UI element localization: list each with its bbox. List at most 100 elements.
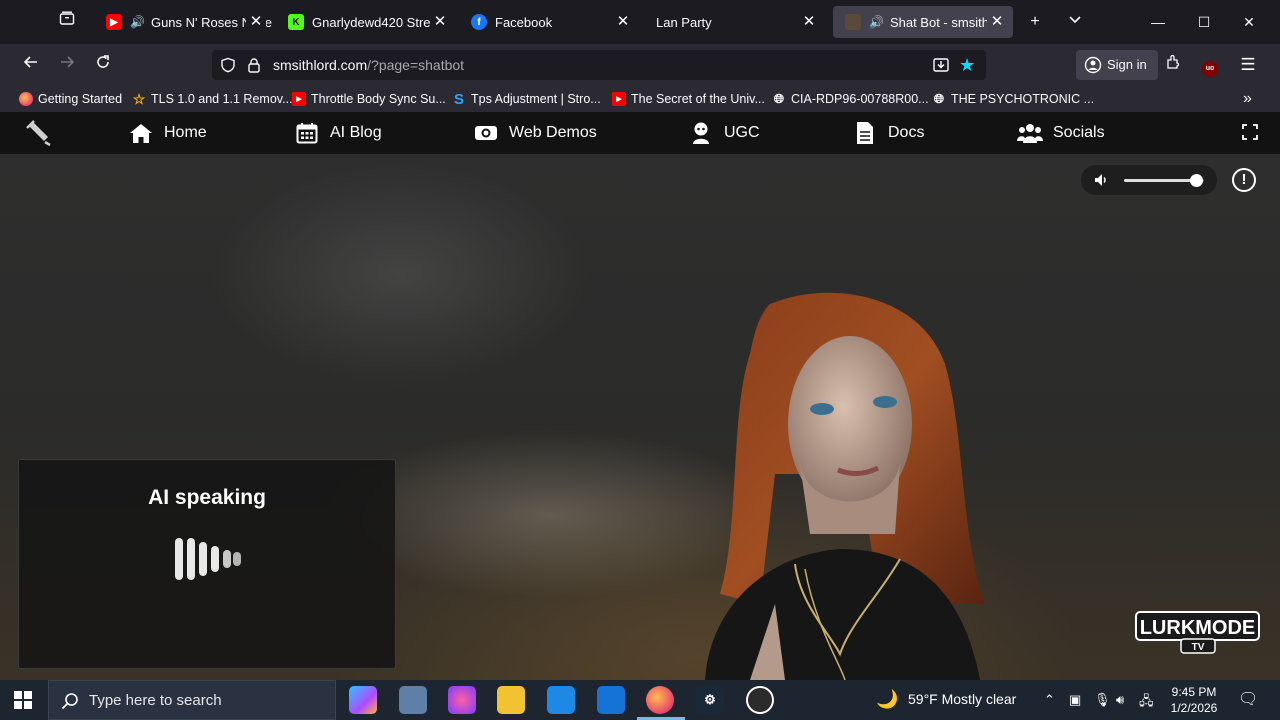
tab-guns-n-roses[interactable]: ▶ 🔊 Guns N' Roses Nove ✕	[94, 6, 272, 38]
search-icon	[61, 692, 79, 715]
steam-icon[interactable]: ⚙︎	[696, 686, 724, 714]
bookmark-getting-started[interactable]: Getting Started	[19, 90, 122, 108]
obs-recording-icon[interactable]	[746, 686, 774, 714]
tab-facebook[interactable]: f Facebook ✕	[459, 6, 639, 38]
volume-icon[interactable]	[1093, 172, 1109, 193]
close-window-icon[interactable]: ✕	[1226, 0, 1272, 44]
bookmark-secret-universe[interactable]: ▶ The Secret of the Univ...	[612, 90, 765, 108]
tab-gnarlydewd[interactable]: K Gnarlydewd420 Stream ✕	[276, 6, 456, 38]
nav-ai-blog[interactable]: AI Blog	[294, 120, 382, 146]
notifications-icon[interactable]: 🗨︎	[1238, 689, 1258, 709]
shield-icon[interactable]	[220, 57, 236, 78]
close-tab-icon[interactable]: ✕	[430, 12, 450, 32]
more-bookmarks-icon[interactable]: »	[1243, 90, 1252, 108]
avatar-scene[interactable]: ! AI speaking LURKMODE TV	[0, 154, 1280, 680]
weather-moon-icon: 🌙	[876, 689, 899, 709]
bookmark-label: Getting Started	[38, 92, 123, 106]
windows-start-icon[interactable]	[14, 691, 32, 714]
minimize-icon[interactable]: —	[1135, 0, 1181, 44]
bookmark-label: THE PSYCHOTRONIC ...	[951, 92, 1095, 106]
forward-icon[interactable]	[53, 51, 81, 79]
list-tabs-icon[interactable]	[1061, 8, 1089, 36]
close-tab-icon[interactable]: ✕	[246, 12, 266, 32]
nav-docs[interactable]: Docs	[852, 120, 924, 146]
nav-web-demos[interactable]: Web Demos	[473, 120, 597, 146]
file-explorer-icon[interactable]	[497, 686, 525, 714]
lurkmode-tv-logo: LURKMODE TV	[1135, 609, 1260, 655]
show-hidden-icons-icon[interactable]: ⌃	[1044, 692, 1055, 708]
close-tab-icon[interactable]: ✕	[613, 12, 633, 32]
navigation-toolbar: smsithlord.com/?page=shatbot ★ Sign in u…	[0, 44, 1280, 86]
copilot-icon[interactable]	[349, 686, 377, 714]
fullscreen-icon[interactable]	[1242, 124, 1258, 145]
facebook-icon: f	[471, 14, 487, 30]
tab-manager-icon[interactable]	[53, 8, 81, 36]
mail-icon[interactable]	[597, 686, 625, 714]
site-logo-icon[interactable]	[24, 118, 54, 148]
microsoft-store-icon[interactable]	[547, 686, 575, 714]
menu-icon[interactable]: ☰	[1234, 51, 1262, 79]
kick-icon: K	[288, 14, 304, 30]
firefox-taskbar-icon[interactable]	[646, 686, 674, 714]
star-icon: ☆	[132, 90, 146, 107]
sign-in-button[interactable]: Sign in	[1076, 50, 1158, 80]
speaker-icon[interactable]: 🔊	[130, 15, 145, 29]
discord-like-app-icon[interactable]	[448, 686, 476, 714]
reload-icon[interactable]	[89, 51, 117, 79]
bookmark-tls[interactable]: ☆ TLS 1.0 and 1.1 Remov...	[132, 90, 293, 108]
extensions-icon[interactable]	[1159, 51, 1187, 79]
nav-socials[interactable]: Socials	[1017, 120, 1105, 146]
url-bar[interactable]: smsithlord.com/?page=shatbot ★	[212, 50, 986, 80]
weather-text[interactable]: 59°F Mostly clear	[908, 691, 1016, 707]
url-path: /?page=shatbot	[367, 57, 465, 73]
app-window-icon[interactable]	[399, 686, 427, 714]
microphone-icon[interactable]: 🎙︎	[1094, 692, 1111, 708]
bookmark-star-icon[interactable]: ★	[959, 55, 975, 75]
clock-time: 9:45 PM	[1171, 685, 1217, 699]
youtube-icon: ▶	[292, 92, 306, 106]
clock[interactable]: 9:45 PM 1/2/2026	[1163, 684, 1225, 716]
account-icon	[1084, 56, 1102, 79]
page-icon	[845, 14, 861, 30]
info-alert-icon[interactable]: !	[1232, 168, 1256, 192]
ai-status-label: AI speaking	[148, 486, 266, 509]
bookmark-label: Throttle Body Sync Su...	[311, 92, 446, 106]
url-text[interactable]: smsithlord.com/?page=shatbot	[273, 57, 464, 73]
nav-ugc[interactable]: UGC	[688, 120, 760, 146]
tab-lan-party[interactable]: Lan Party ✕	[643, 6, 825, 38]
lock-icon[interactable]	[247, 57, 261, 78]
speaker-icon[interactable]: 🔊	[869, 15, 884, 29]
volume-slider-thumb[interactable]	[1190, 174, 1203, 187]
close-tab-icon[interactable]: ✕	[987, 12, 1007, 32]
site-navbar: Home AI Blog ⋮ Web Demos ⋮ UGC ⋮ Docs ⋮ …	[0, 112, 1280, 252]
network-icon[interactable]: 🖧	[1139, 692, 1154, 714]
users-icon	[1017, 120, 1043, 146]
taskbar-search-box[interactable]: Type here to search	[48, 680, 336, 720]
bookmark-label: TLS 1.0 and 1.1 Remov...	[151, 92, 293, 106]
bookmark-cia-rdp[interactable]: 🌐︎ CIA-RDP96-00788R00...	[772, 90, 929, 108]
volume-control	[1081, 165, 1217, 195]
maximize-icon[interactable]: ☐	[1181, 0, 1227, 44]
bookmark-throttle-body[interactable]: ▶ Throttle Body Sync Su...	[292, 90, 446, 108]
back-icon[interactable]	[17, 51, 45, 79]
tab-strip: ▶ 🔊 Guns N' Roses Nove ✕ K Gnarlydewd420…	[0, 0, 1280, 44]
ublock-icon[interactable]: uo	[1196, 51, 1224, 79]
bookmark-label: The Secret of the Univ...	[631, 92, 765, 106]
save-page-icon[interactable]	[932, 56, 950, 79]
speaker-tray-icon[interactable]: 🔊︎	[1116, 692, 1124, 708]
youtube-icon: ▶	[612, 92, 626, 106]
tab-shat-bot[interactable]: 🔊 Shat Bot - smsithlor ✕	[833, 6, 1013, 38]
document-icon	[852, 120, 878, 146]
new-tab-icon[interactable]: +	[1021, 8, 1049, 36]
bookmark-tps-adjustment[interactable]: S Tps Adjustment | Stro...	[452, 90, 601, 108]
close-tab-icon[interactable]: ✕	[799, 12, 819, 32]
tray-app-icon[interactable]: ▣	[1069, 692, 1081, 708]
nav-home[interactable]: Home	[128, 120, 207, 146]
calendar-icon	[294, 120, 320, 146]
volume-slider[interactable]	[1124, 174, 1204, 187]
home-icon	[128, 120, 154, 146]
bookmark-psychotronic[interactable]: 🌐︎ THE PSYCHOTRONIC ...	[932, 90, 1094, 108]
firefox-icon	[19, 92, 33, 106]
clock-date: 1/2/2026	[1170, 701, 1218, 715]
bookmark-label: Tps Adjustment | Stro...	[471, 92, 601, 106]
